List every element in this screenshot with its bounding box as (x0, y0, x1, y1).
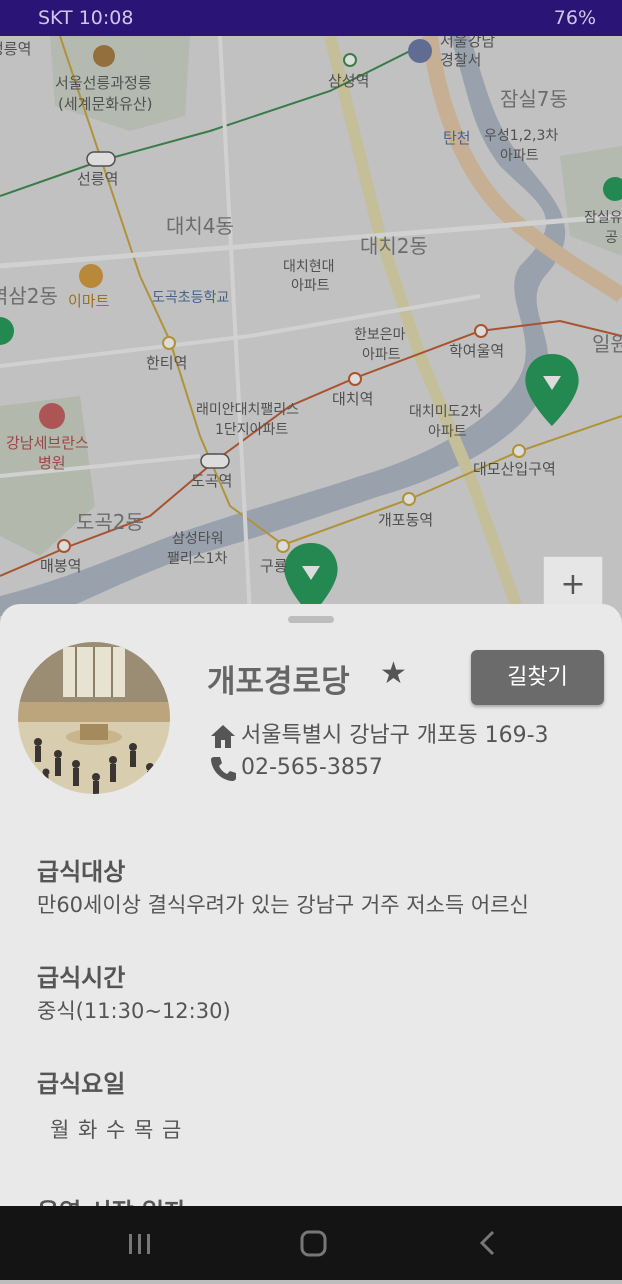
map-label: 대치현대 (283, 259, 335, 275)
map-label: 서울선릉과정릉 (55, 74, 152, 92)
phone-text[interactable]: 02-565-3857 (241, 755, 383, 780)
map-label: 도곡2동 (76, 510, 144, 534)
system-nav-bar (0, 1206, 622, 1280)
place-name: 개포경로당 (207, 664, 350, 700)
map-label: 학여울역 (449, 342, 504, 360)
map-label: 강남세브란스 (6, 434, 89, 452)
star-icon[interactable]: ★ (380, 656, 407, 691)
place-photo (18, 642, 170, 794)
map-label: 대치4동 (166, 214, 234, 238)
map-label: 일원 (592, 332, 622, 356)
map-label: 아파트 (500, 148, 539, 164)
map-label: 매봉역 (40, 557, 81, 575)
home-icon (209, 723, 241, 748)
recents-icon (129, 1234, 150, 1254)
map-label: 한보은마 (354, 327, 406, 343)
map-label: 우성1,2,3차 (484, 128, 558, 144)
section-title: 급식요일 (37, 1070, 126, 1098)
map-label: 도곡초등학교 (152, 290, 229, 306)
section-title: 운영 시작 일자 (37, 1192, 186, 1206)
map-label: 경찰서 (440, 51, 481, 69)
map-label: 공 (605, 230, 618, 246)
map-label: 구룡 (260, 557, 288, 575)
map-label: 도곡역 (191, 472, 232, 490)
map-label: 탄천 (443, 129, 471, 147)
map-canvas: 정릉역 서울선릉과정릉 (세계문화유산) 삼성역 서울강남 경찰서 잠실7동 탄… (0, 36, 622, 616)
map-label: 대치미도2차 (409, 404, 482, 420)
map-view[interactable]: 정릉역 서울선릉과정릉 (세계문화유산) 삼성역 서울강남 경찰서 잠실7동 탄… (0, 36, 622, 616)
map-label: 병원 (38, 454, 66, 472)
phone-icon (209, 755, 241, 781)
map-label: 이마트 (68, 292, 110, 310)
map-label: 역삼2동 (0, 284, 58, 308)
map-label: 선릉역 (77, 170, 118, 188)
map-label: 아파트 (428, 424, 467, 440)
section-title: 급식시간 (37, 964, 126, 992)
section-title: 급식대상 (37, 858, 126, 886)
map-label: 팰리스1차 (167, 551, 228, 567)
section-text: 월 화 수 목 금 (50, 1118, 182, 1142)
map-label: 정릉역 (0, 40, 31, 58)
map-label: 아파트 (291, 278, 330, 294)
map-label: 한티역 (146, 354, 187, 372)
address-text: 서울특별시 강남구 개포동 169-3 (241, 723, 549, 748)
address-row: 서울특별시 강남구 개포동 169-3 (209, 717, 549, 749)
map-label: 래미안대치팰리스 (196, 402, 299, 418)
map-label: 대치역 (332, 390, 373, 408)
map-label: 대모산입구역 (473, 460, 556, 478)
home-nav-icon (300, 1230, 327, 1257)
section-text: 만60세이상 결식우려가 있는 강남구 거주 저소득 어르신 (37, 893, 529, 917)
status-battery: 76% (553, 7, 596, 29)
place-detail-sheet: 개포경로당 ★ 길찾기 서울특별시 강남구 개포동 169-3 02-565-3… (0, 604, 622, 1206)
phone-row[interactable]: 02-565-3857 (209, 754, 383, 782)
map-label: 잠실유 (584, 210, 622, 226)
section-text: 중식(11:30~12:30) (37, 999, 231, 1023)
status-bar: SKT 10:08 76% (0, 0, 622, 36)
map-label: (세계문화유산) (58, 95, 153, 113)
map-label: 개포동역 (378, 511, 433, 529)
back-icon (479, 1230, 495, 1256)
map-label: 삼성역 (328, 72, 369, 90)
sheet-drag-handle[interactable] (288, 616, 334, 623)
map-label: 1단지아파트 (215, 422, 288, 438)
status-carrier-time: SKT 10:08 (38, 7, 134, 29)
map-label: 삼성타워 (172, 531, 224, 547)
map-label: 잠실7동 (500, 87, 568, 111)
map-marker-icon (525, 354, 579, 426)
map-label: 서울강남 (440, 36, 495, 50)
map-label: 대치2동 (360, 234, 428, 258)
map-label: 아파트 (362, 347, 401, 363)
directions-button[interactable]: 길찾기 (471, 650, 604, 705)
